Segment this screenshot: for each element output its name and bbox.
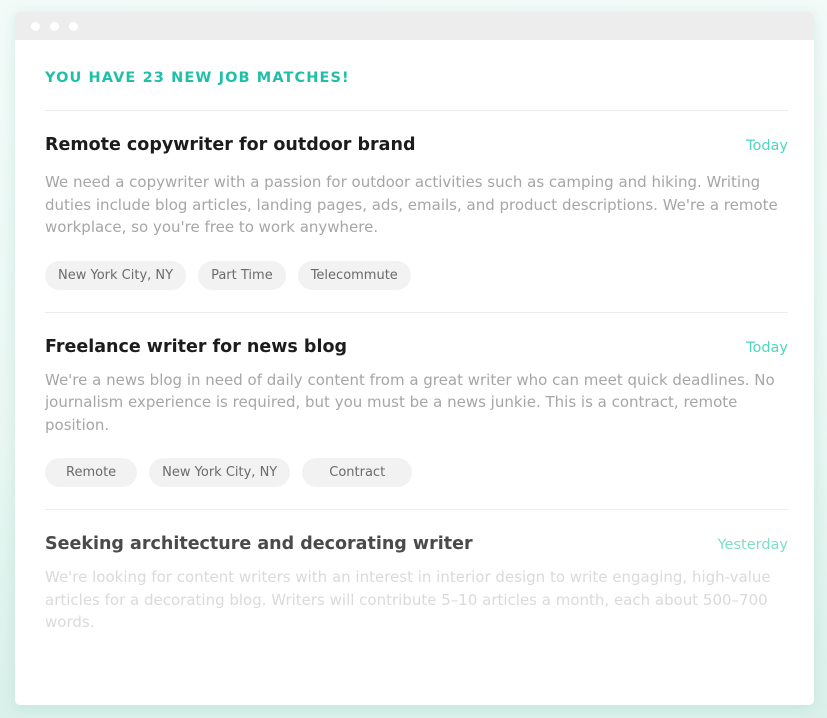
job-tag[interactable]: New York City, NY [149, 458, 291, 487]
job-description: We need a copywriter with a passion for … [45, 173, 778, 236]
job-date: Yesterday [717, 537, 788, 553]
job-listing[interactable]: Remote copywriter for outdoor brand Toda… [45, 111, 788, 313]
job-title[interactable]: Remote copywriter for outdoor brand [45, 135, 415, 155]
job-tag[interactable]: Telecommute [297, 260, 411, 290]
job-tags: New York City, NY Part Time Telecommute [45, 260, 788, 312]
job-tag[interactable]: New York City, NY [45, 260, 187, 290]
window-titlebar [15, 12, 814, 40]
job-title[interactable]: Seeking architecture and decorating writ… [45, 534, 473, 554]
job-listing[interactable]: Freelance writer for news blog Today We'… [45, 313, 788, 510]
job-title[interactable]: Freelance writer for news blog [45, 337, 347, 357]
window-dot-icon [50, 21, 59, 31]
job-tags: Remote New York City, NY Contract [45, 458, 788, 509]
job-description: We're a news blog in need of daily conte… [45, 370, 775, 434]
job-description: We're looking for content writers with a… [45, 568, 771, 631]
matches-headline: YOU HAVE 23 NEW JOB MATCHES! [45, 70, 788, 111]
browser-window: YOU HAVE 23 NEW JOB MATCHES! Remote copy… [15, 12, 814, 705]
job-tag[interactable]: Part Time [198, 260, 286, 290]
job-matches-panel: YOU HAVE 23 NEW JOB MATCHES! Remote copy… [15, 70, 814, 634]
job-date: Today [746, 138, 788, 154]
job-date: Today [746, 339, 788, 356]
window-dot-icon [31, 21, 40, 31]
window-dot-icon [69, 21, 78, 31]
job-tag[interactable]: Remote [45, 458, 138, 487]
job-tag[interactable]: Contract [302, 458, 413, 487]
job-listing[interactable]: Seeking architecture and decorating writ… [45, 510, 788, 634]
